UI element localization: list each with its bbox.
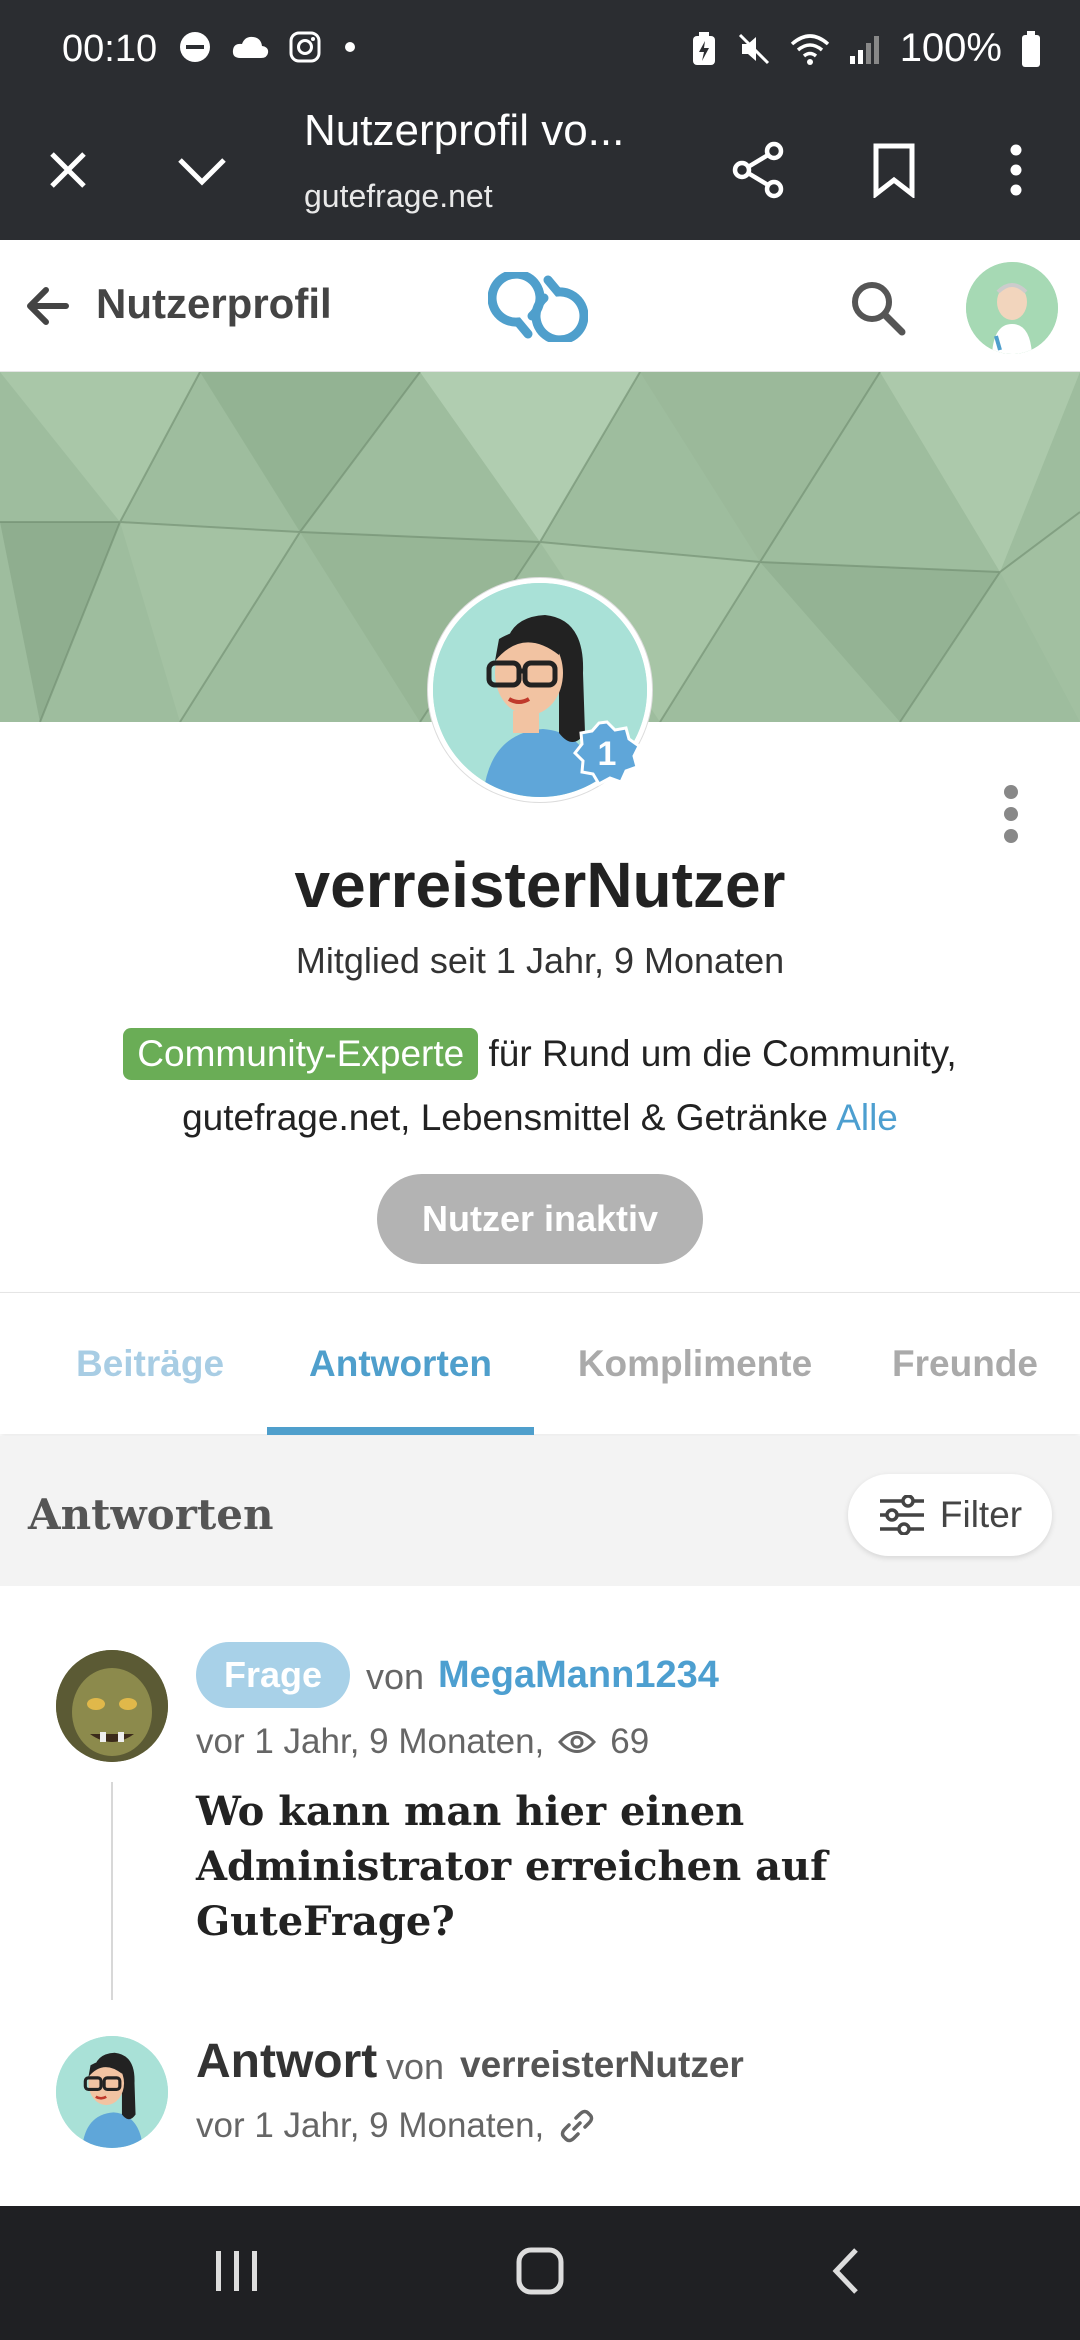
- search-button[interactable]: [846, 276, 910, 340]
- chevron-down-icon: [178, 158, 226, 186]
- question-author-link[interactable]: MegaMann1234: [438, 1654, 719, 1697]
- answer-label: Antwort: [196, 2035, 378, 2088]
- answer-time: vor 1 Jahr, 9 Monaten,: [196, 2106, 545, 2145]
- recent-apps-button[interactable]: [192, 2236, 282, 2306]
- share-button[interactable]: [718, 130, 798, 210]
- eye-icon: [558, 1731, 597, 1753]
- system-nav-bar: [0, 2206, 1080, 2340]
- back-button[interactable]: [18, 276, 78, 336]
- recent-apps-icon: [216, 2251, 257, 2291]
- thread-line: [111, 1782, 113, 2000]
- signal-icon: [849, 35, 879, 64]
- status-time: 00:10: [62, 28, 158, 70]
- status-right: 100%: [690, 26, 1042, 71]
- question-meta: vor 1 Jahr, 9 Monaten, 69: [196, 1722, 649, 1762]
- answer-author-link[interactable]: verreisterNutzer: [460, 2044, 744, 2086]
- tab-komplimente[interactable]: Komplimente: [560, 1293, 830, 1435]
- filter-button[interactable]: Filter: [848, 1474, 1052, 1556]
- filter-label: Filter: [939, 1494, 1023, 1535]
- more-vertical-icon: [1004, 785, 1018, 843]
- expert-for-label: für: [488, 1033, 532, 1074]
- link-icon[interactable]: [560, 2109, 594, 2143]
- profile-more-button[interactable]: [986, 780, 1036, 850]
- orc-avatar-icon: [56, 1650, 168, 1762]
- level-badge: 1: [573, 720, 641, 788]
- active-tab-indicator: [267, 1427, 534, 1435]
- question-title-link[interactable]: Wo kann man hier einen Administrator err…: [196, 1784, 1016, 1949]
- question-author-avatar[interactable]: [56, 1650, 168, 1762]
- do-not-disturb-icon: [180, 32, 210, 62]
- status-notification-icons: [178, 30, 360, 64]
- profile-tabs: Beiträge Antworten Komplimente Freunde: [0, 1292, 1080, 1435]
- answers-section-header: Antworten Filter: [0, 1436, 1080, 1586]
- tab-freunde[interactable]: Freunde: [870, 1293, 1060, 1435]
- back-chevron-icon: [832, 2248, 858, 2294]
- instagram-icon: [289, 31, 321, 63]
- search-icon: [852, 282, 906, 336]
- arrow-left-icon: [27, 287, 69, 325]
- user-inactive-button[interactable]: Nutzer inaktiv: [377, 1174, 703, 1264]
- page-title: Nutzerprofil vo...: [304, 106, 625, 155]
- browser-toolbar: Nutzerprofil vo... gutefrage.net: [0, 100, 1080, 240]
- community-expert-badge: Community-Experte: [123, 1028, 479, 1080]
- bookmark-button[interactable]: [854, 130, 934, 210]
- question-type-badge: Frage: [196, 1642, 351, 1708]
- browser-menu-button[interactable]: [976, 130, 1056, 210]
- member-since: Mitglied seit 1 Jahr, 9 Monaten: [295, 940, 785, 981]
- gutefrage-logo[interactable]: [487, 269, 589, 345]
- question-views: 69: [610, 1722, 650, 1761]
- level-number: 1: [597, 735, 617, 773]
- wifi-icon: [790, 33, 829, 65]
- tab-antworten[interactable]: Antworten: [267, 1293, 534, 1435]
- answers-feed: Frage von MegaMann1234 vor 1 Jahr, 9 Mon…: [0, 1586, 1080, 2206]
- battery-icon: [1022, 30, 1040, 67]
- sliders-icon: [879, 1495, 924, 1535]
- question-von-label: von: [366, 1656, 425, 1697]
- question-time: vor 1 Jahr, 9 Monaten,: [196, 1722, 545, 1761]
- answer-von-label: von: [386, 2046, 445, 2087]
- battery-saver-icon: [692, 31, 715, 65]
- minimize-button[interactable]: [162, 130, 242, 210]
- more-vertical-icon: [1010, 144, 1022, 196]
- logo-icon: [487, 269, 589, 345]
- tab-beitraege[interactable]: Beiträge: [40, 1293, 260, 1435]
- avatar-illustration-icon: [966, 262, 1058, 354]
- share-icon: [732, 141, 784, 199]
- close-icon: [50, 152, 86, 188]
- home-icon: [516, 2247, 564, 2295]
- answer-avatar-illustration-icon: [56, 2036, 168, 2148]
- user-avatar[interactable]: [966, 262, 1058, 354]
- bookmark-icon: [873, 143, 915, 198]
- status-bar: 00:10 100%: [0, 0, 1080, 100]
- home-button[interactable]: [495, 2236, 585, 2306]
- app-header: Nutzerprofil: [0, 240, 1080, 372]
- all-topics-link[interactable]: Alle: [836, 1097, 898, 1138]
- battery-percent: 100%: [899, 26, 1002, 70]
- dot-icon: [345, 42, 355, 52]
- answer-author-avatar[interactable]: [56, 2036, 168, 2148]
- section-title: Antworten: [28, 1490, 274, 1539]
- system-back-button[interactable]: [800, 2236, 890, 2306]
- close-tab-button[interactable]: [28, 130, 108, 210]
- answer-meta: vor 1 Jahr, 9 Monaten,: [196, 2106, 594, 2146]
- page-url: gutefrage.net: [304, 178, 493, 214]
- cloud-icon: [232, 36, 269, 58]
- mute-icon: [738, 33, 769, 64]
- profile-username: verreisterNutzer: [294, 849, 786, 921]
- header-title: Nutzerprofil: [96, 280, 332, 327]
- expert-info: Community-Experte für Rund um die Commun…: [60, 1022, 1020, 1150]
